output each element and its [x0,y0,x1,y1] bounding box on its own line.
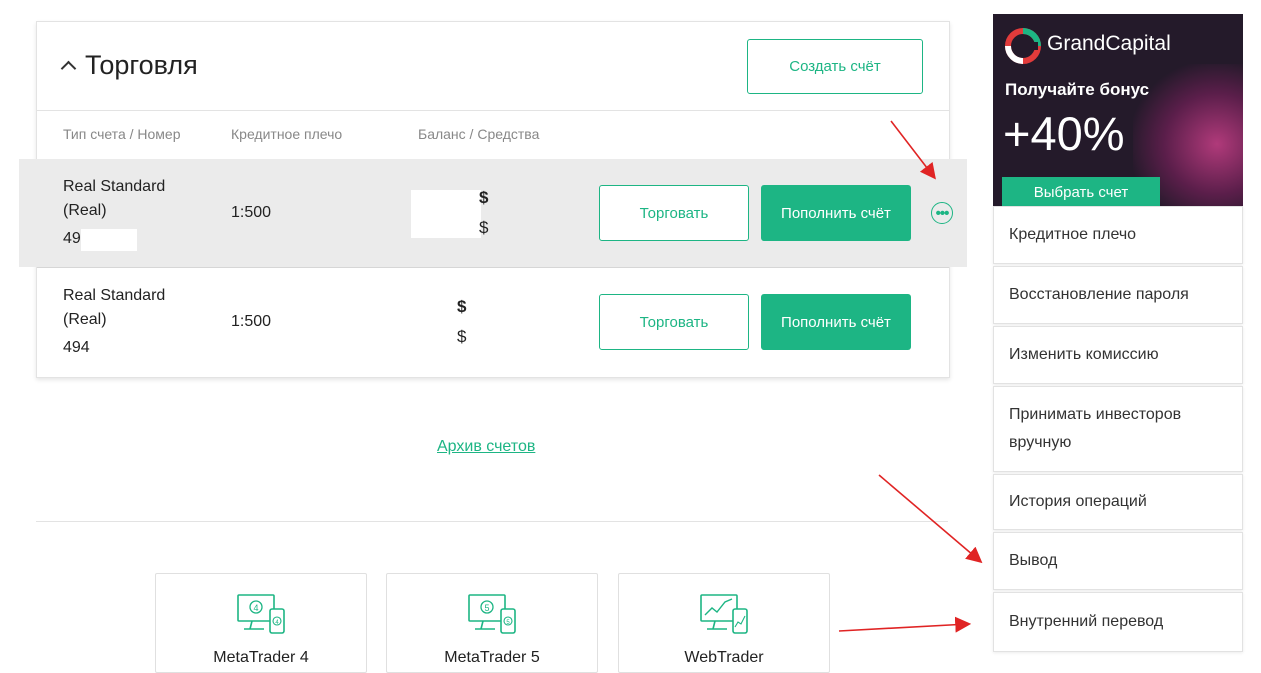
menu-item-operations-history[interactable]: История операций [993,474,1243,530]
section-title[interactable]: Торговля [60,50,198,81]
promo-banner[interactable]: GrandCapital Получайте бонус +40% Выбрат… [993,14,1243,206]
menu-item-password-recovery[interactable]: Восстановление пароля [993,266,1243,324]
platform-card-mt5[interactable]: 5 5 MetaTrader 5 [386,573,598,673]
svg-text:4: 4 [253,603,258,613]
platform-card-webtrader[interactable]: WebTrader [618,573,830,673]
trade-button[interactable]: Торговать [599,185,749,241]
equity-currency: $ [479,218,489,237]
chevron-up-icon[interactable] [60,60,77,77]
account-number-redaction [93,338,133,360]
deposit-button[interactable]: Пополнить счёт [761,185,911,241]
svg-text:5: 5 [484,603,489,613]
section-title-text: Торговля [85,50,198,80]
monitor-5-icon: 5 5 [468,594,516,634]
equity-currency: $ [457,327,467,346]
arrow-to-withdrawal [878,474,983,564]
monitor-4-icon: 4 4 [237,594,285,634]
promo-headline: Получайте бонус [1005,80,1150,99]
platform-card-mt4[interactable]: 4 4 MetaTrader 4 [155,573,367,673]
menu-item-withdrawal[interactable]: Вывод [993,532,1243,590]
account-number: 494 [63,339,90,356]
leverage-value: 1:500 [231,204,272,221]
deposit-button[interactable]: Пополнить счёт [761,294,911,350]
section-divider [36,521,948,522]
grandcapital-logo-icon [1005,28,1041,64]
balance-currency: $ [479,188,489,207]
leverage-value: 1:500 [231,313,272,330]
account-type: Real Standard (Real) [63,287,166,328]
column-header-account: Тип счета / Номер [63,126,181,142]
menu-item-leverage[interactable]: Кредитное плечо [993,206,1243,264]
balance-currency: $ [457,297,467,316]
arrow-to-internal-transfer [838,616,972,633]
archive-accounts-link[interactable]: Архив счетов [437,438,535,456]
menu-item-accept-investors[interactable]: Принимать инвесторов вручную [993,386,1243,472]
promo-percent: +40% [1003,107,1125,160]
balance-redaction [411,190,481,238]
trading-accounts-card: Торговля Создать счёт Тип счета / Номер … [19,21,967,378]
account-number-redaction [81,229,137,251]
account-type: Real Standard (Real) [63,178,166,219]
create-account-button[interactable]: Создать счёт [747,39,923,94]
table-row[interactable]: Real Standard (Real) 49 1:500 $ $ Торгов… [19,159,967,267]
more-options-icon[interactable]: ••• [931,202,953,224]
chart-monitor-icon [700,594,748,634]
platform-name: WebTrader [684,649,764,666]
choose-account-button[interactable]: Выбрать счет [1002,177,1160,206]
column-header-leverage: Кредитное плечо [231,126,343,142]
platform-name: MetaTrader 5 [444,649,540,666]
trade-button[interactable]: Торговать [599,294,749,350]
column-header-balance: Баланс / Средства [418,126,540,142]
menu-item-internal-transfer[interactable]: Внутренний перевод [993,592,1243,652]
menu-item-change-commission[interactable]: Изменить комиссию [993,326,1243,384]
header-divider [37,110,949,111]
platform-name: MetaTrader 4 [213,649,309,666]
table-row[interactable]: Real Standard (Real) 494 1:500 $ $ Торго… [37,268,949,376]
brand-name: GrandCapital [1047,32,1171,55]
